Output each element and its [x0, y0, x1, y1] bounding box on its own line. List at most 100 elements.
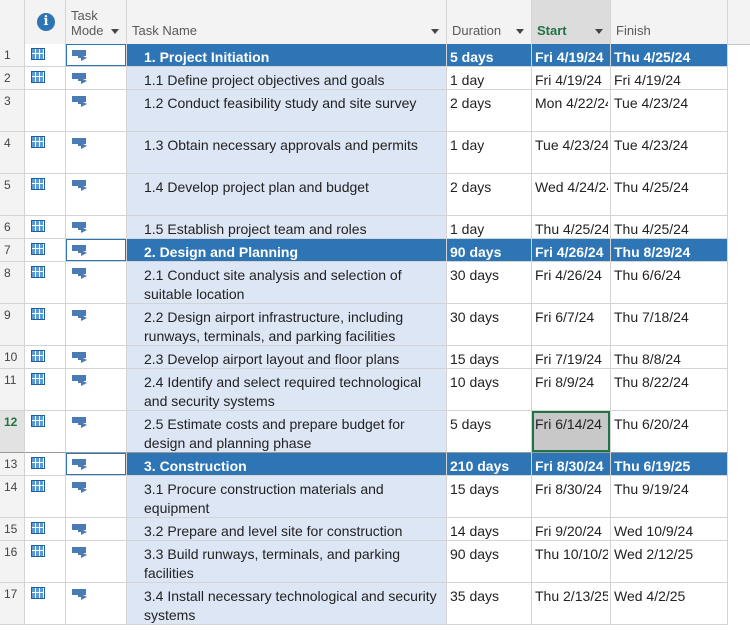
task-name-cell[interactable]: 2. Design and Planning [127, 239, 447, 262]
duration-cell[interactable]: 35 days [447, 583, 532, 625]
start-date-cell[interactable]: Wed 4/24/24 [532, 174, 611, 216]
indicator-cell[interactable] [25, 216, 66, 239]
task-row[interactable]: 5 1.4 Develop project plan and budget 2 da… [0, 174, 750, 216]
task-mode-cell[interactable] [66, 453, 127, 476]
task-mode-cell[interactable] [66, 132, 127, 174]
duration-cell[interactable]: 30 days [447, 304, 532, 346]
task-mode-cell[interactable] [66, 518, 127, 541]
finish-date-cell[interactable]: Tue 4/23/24 [611, 132, 728, 174]
duration-cell[interactable]: 14 days [447, 518, 532, 541]
duration-cell[interactable]: 2 days [447, 174, 532, 216]
row-id-cell[interactable]: 15 [0, 518, 25, 541]
indicator-cell[interactable] [25, 369, 66, 411]
start-date-cell[interactable]: Fri 9/20/24 [532, 518, 611, 541]
row-id-cell[interactable]: 17 [0, 583, 25, 625]
duration-cell[interactable]: 1 day [447, 216, 532, 239]
duration-cell[interactable]: 2 days [447, 90, 532, 132]
task-mode-cell[interactable] [66, 583, 127, 625]
start-date-cell[interactable]: Thu 4/25/24 [532, 216, 611, 239]
finish-date-cell[interactable]: Thu 4/25/24 [611, 174, 728, 216]
summary-task-row[interactable]: 13 3. Construction 210 days Fri 8/30/24 Thu … [0, 453, 750, 476]
finish-date-cell[interactable]: Thu 8/8/24 [611, 346, 728, 369]
indicator-cell[interactable] [25, 346, 66, 369]
task-row[interactable]: 4 1.3 Obtain necessary approvals and perm… [0, 132, 750, 174]
task-name-cell[interactable]: 2.5 Estimate costs and prepare budget fo… [127, 411, 447, 453]
row-id-cell[interactable]: 1 [0, 44, 25, 67]
finish-date-cell[interactable]: Thu 9/19/24 [611, 476, 728, 518]
duration-cell[interactable]: 30 days [447, 262, 532, 304]
task-name-cell[interactable]: 1.5 Establish project team and roles [127, 216, 447, 239]
finish-date-cell[interactable]: Tue 4/23/24 [611, 90, 728, 132]
start-date-cell[interactable]: Fri 8/9/24 [532, 369, 611, 411]
chevron-down-icon[interactable] [111, 29, 119, 34]
finish-date-cell[interactable]: Fri 4/19/24 [611, 67, 728, 90]
row-id-cell[interactable]: 9 [0, 304, 25, 346]
task-row[interactable]: 11 2.4 Identify and select required techn… [0, 369, 750, 411]
duration-cell[interactable]: 5 days [447, 411, 532, 453]
task-mode-cell[interactable] [66, 476, 127, 518]
row-id-cell[interactable]: 6 [0, 216, 25, 239]
task-row[interactable]: 16 3.3 Build runways, terminals, and park… [0, 541, 750, 583]
task-mode-cell[interactable] [66, 239, 127, 262]
duration-cell[interactable]: 90 days [447, 541, 532, 583]
task-name-cell[interactable]: 3.2 Prepare and level site for construct… [127, 518, 447, 541]
row-id-cell[interactable]: 7 [0, 239, 25, 262]
task-row[interactable]: 14 3.1 Procure construction materials and… [0, 476, 750, 518]
indicator-cell[interactable] [25, 174, 66, 216]
start-date-cell[interactable]: Thu 2/13/25 [532, 583, 611, 625]
finish-date-cell[interactable]: Thu 4/25/24 [611, 44, 728, 67]
duration-cell[interactable]: 15 days [447, 476, 532, 518]
duration-cell[interactable]: 15 days [447, 346, 532, 369]
finish-date-cell[interactable]: Thu 8/22/24 [611, 369, 728, 411]
indicator-cell[interactable] [25, 262, 66, 304]
finish-date-cell[interactable]: Thu 6/19/25 [611, 453, 728, 476]
chevron-down-icon[interactable] [595, 29, 603, 34]
duration-cell[interactable]: 1 day [447, 67, 532, 90]
chevron-down-icon[interactable] [431, 29, 439, 34]
task-row[interactable]: 8 2.1 Conduct site analysis and selection… [0, 262, 750, 304]
row-id-cell[interactable]: 14 [0, 476, 25, 518]
task-row[interactable]: 6 1.5 Establish project team and roles 1 d… [0, 216, 750, 239]
task-name-column-header[interactable]: Task Name [127, 0, 447, 44]
task-row[interactable]: 3 1.2 Conduct feasibility study and site … [0, 90, 750, 132]
start-date-cell[interactable]: Fri 8/30/24 [532, 453, 611, 476]
indicator-cell[interactable] [25, 44, 66, 67]
finish-date-cell[interactable]: Thu 6/6/24 [611, 262, 728, 304]
start-date-cell[interactable]: Mon 4/22/24 [532, 90, 611, 132]
indicator-cell[interactable] [25, 67, 66, 90]
task-name-cell[interactable]: 2.3 Develop airport layout and floor pla… [127, 346, 447, 369]
task-name-cell[interactable]: 1.1 Define project objectives and goals [127, 67, 447, 90]
row-id-cell[interactable]: 10 [0, 346, 25, 369]
finish-date-cell[interactable]: Wed 4/2/25 [611, 583, 728, 625]
task-mode-cell[interactable] [66, 216, 127, 239]
start-date-cell[interactable]: Tue 4/23/24 [532, 132, 611, 174]
task-row[interactable]: 15 3.2 Prepare and level site for constru… [0, 518, 750, 541]
indicator-cell[interactable] [25, 476, 66, 518]
indicator-cell[interactable] [25, 239, 66, 262]
row-id-cell[interactable]: 3 [0, 90, 25, 132]
duration-cell[interactable]: 5 days [447, 44, 532, 67]
start-date-cell[interactable]: Fri 8/30/24 [532, 476, 611, 518]
row-id-cell[interactable]: 8 [0, 262, 25, 304]
task-mode-column-header[interactable]: Task Mode [66, 0, 127, 44]
row-id-cell[interactable]: 5 [0, 174, 25, 216]
task-mode-cell[interactable] [66, 90, 127, 132]
start-date-cell[interactable]: Thu 10/10/24 [532, 541, 611, 583]
summary-task-row[interactable]: 1 1. Project Initiation 5 days Fri 4/19/24 T… [0, 44, 750, 67]
finish-date-cell[interactable]: Thu 7/18/24 [611, 304, 728, 346]
task-row[interactable]: 17 3.4 Install necessary technological an… [0, 583, 750, 625]
indicator-cell[interactable] [25, 518, 66, 541]
duration-cell[interactable]: 10 days [447, 369, 532, 411]
start-date-cell[interactable]: Fri 4/26/24 [532, 239, 611, 262]
task-name-cell[interactable]: 1.4 Develop project plan and budget [127, 174, 447, 216]
start-date-cell[interactable]: Fri 4/26/24 [532, 262, 611, 304]
start-date-cell[interactable]: Fri 7/19/24 [532, 346, 611, 369]
task-name-cell[interactable]: 3. Construction [127, 453, 447, 476]
select-all-corner[interactable] [0, 0, 25, 44]
summary-task-row[interactable]: 7 2. Design and Planning 90 days Fri 4/26/2… [0, 239, 750, 262]
task-mode-cell[interactable] [66, 346, 127, 369]
finish-date-cell[interactable]: Thu 6/20/24 [611, 411, 728, 453]
start-date-cell[interactable]: Fri 4/19/24 [532, 44, 611, 67]
row-id-cell[interactable]: 4 [0, 132, 25, 174]
task-mode-cell[interactable] [66, 44, 127, 67]
